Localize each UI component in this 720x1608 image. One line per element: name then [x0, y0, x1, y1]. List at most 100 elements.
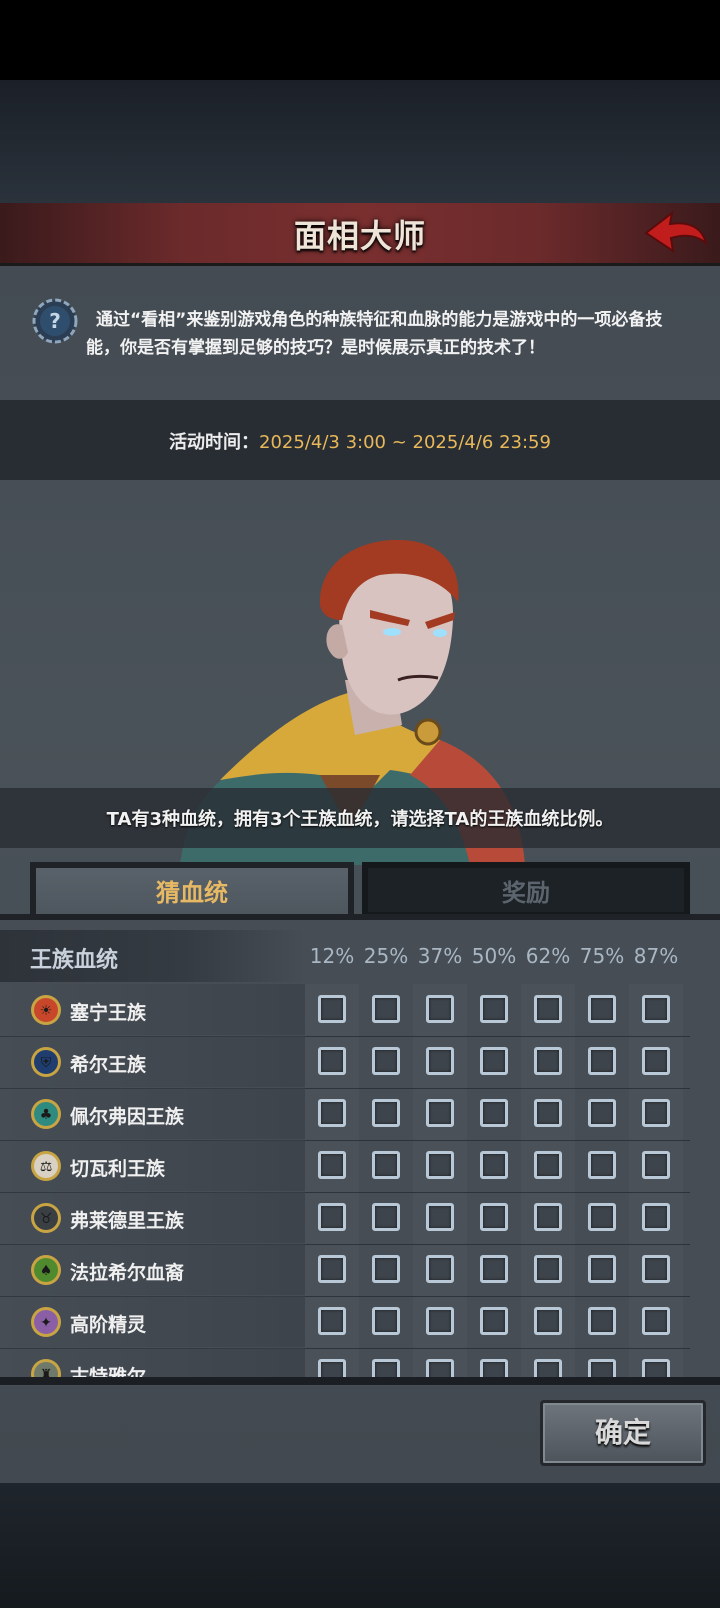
percent-checkbox[interactable] — [642, 995, 670, 1023]
percent-checkbox[interactable] — [534, 1151, 562, 1179]
percent-checkbox[interactable] — [318, 1307, 346, 1335]
percent-checkbox[interactable] — [534, 1255, 562, 1283]
percent-checkbox[interactable] — [318, 1151, 346, 1179]
event-time-bar: 活动时间：2025/4/3 3:00 ~ 2025/4/6 23:59 — [0, 400, 720, 480]
help-icon[interactable]: ? — [32, 298, 78, 344]
name-column-header: 王族血统 — [0, 930, 305, 982]
percent-checkbox[interactable] — [534, 1359, 562, 1377]
helmet-emblem-icon: ⛨ — [31, 1047, 61, 1077]
percent-checkbox[interactable] — [588, 1255, 616, 1283]
percent-checkbox[interactable] — [480, 1359, 508, 1377]
percent-checkbox[interactable] — [642, 1307, 670, 1335]
percent-checkbox[interactable] — [642, 1359, 670, 1377]
percent-checkbox[interactable] — [318, 1047, 346, 1075]
percent-header: 50% — [471, 944, 517, 968]
table-row: ✦ 高阶精灵 — [0, 1296, 690, 1349]
intro-text: 通过“看相”来鉴别游戏角色的种族特征和血脉的能力是游戏中的一项必备技能，你是否有… — [86, 310, 663, 358]
house-name: 高阶精灵 — [70, 1314, 147, 1336]
percent-checkbox[interactable] — [534, 1099, 562, 1127]
svg-text:⛨: ⛨ — [41, 1055, 52, 1071]
percent-checkbox[interactable] — [372, 1099, 400, 1127]
percent-checkbox[interactable] — [426, 1203, 454, 1231]
percent-checkbox[interactable] — [318, 1099, 346, 1127]
percent-header: 25% — [363, 944, 409, 968]
percent-checkbox[interactable] — [318, 1255, 346, 1283]
percent-checkbox[interactable] — [318, 995, 346, 1023]
percent-checkbox[interactable] — [588, 1151, 616, 1179]
tab-guess-bloodline[interactable]: 猜血统 — [30, 862, 354, 918]
table-row: ♠ 法拉希尔血裔 — [0, 1244, 690, 1297]
elf-emblem-icon: ✦ — [31, 1307, 61, 1337]
percent-checkbox[interactable] — [588, 1047, 616, 1075]
table-header: 王族血统 12% 25% 37% 50% 62% 75% 87% — [0, 930, 720, 982]
percent-header: 12% — [309, 944, 355, 968]
percent-checkbox[interactable] — [372, 1307, 400, 1335]
svg-text:♉: ♉ — [40, 1211, 53, 1227]
percent-checkbox[interactable] — [426, 1359, 454, 1377]
percent-checkbox[interactable] — [426, 995, 454, 1023]
percent-checkbox[interactable] — [372, 1203, 400, 1231]
percent-checkbox[interactable] — [642, 1203, 670, 1231]
oak-emblem-icon: ♠ — [31, 1255, 61, 1285]
svg-text:✦: ✦ — [40, 1315, 52, 1331]
percent-checkbox[interactable] — [372, 1047, 400, 1075]
percent-checkbox[interactable] — [588, 1203, 616, 1231]
percent-checkbox[interactable] — [480, 1255, 508, 1283]
percent-header: 37% — [417, 944, 463, 968]
percent-checkbox[interactable] — [372, 1359, 400, 1377]
bottom-backdrop — [0, 1483, 720, 1608]
house-name: 法拉希尔血裔 — [70, 1262, 185, 1284]
house-name: 佩尔弗因王族 — [70, 1106, 185, 1128]
percent-checkbox[interactable] — [534, 1203, 562, 1231]
title-bar: 面相大师 — [0, 203, 720, 266]
table-row: ☀ 塞宁王族 — [0, 984, 690, 1037]
percent-checkbox[interactable] — [426, 1307, 454, 1335]
page-title: 面相大师 — [293, 217, 426, 255]
percent-checkbox[interactable] — [426, 1151, 454, 1179]
question-text: TA有3种血统，拥有3个王族血统，请选择TA的王族血统比例。 — [106, 809, 614, 830]
percent-checkbox[interactable] — [642, 1099, 670, 1127]
percent-checkbox[interactable] — [480, 1151, 508, 1179]
table-row: ♉ 弗莱德里王族 — [0, 1192, 690, 1245]
tree-emblem-icon: ♣ — [31, 1099, 61, 1129]
table-row: ♜ 古特雅尔 — [0, 1348, 690, 1377]
percent-checkbox[interactable] — [426, 1099, 454, 1127]
scales-emblem-icon: ⚖ — [31, 1151, 61, 1181]
table-row: ⚖ 切瓦利王族 — [0, 1140, 690, 1193]
percent-checkbox[interactable] — [480, 1099, 508, 1127]
back-button[interactable] — [644, 207, 708, 257]
percent-checkbox[interactable] — [318, 1359, 346, 1377]
percent-checkbox[interactable] — [642, 1255, 670, 1283]
percent-checkbox[interactable] — [642, 1047, 670, 1075]
percent-checkbox[interactable] — [372, 1151, 400, 1179]
percent-checkbox[interactable] — [372, 995, 400, 1023]
percent-header: 75% — [579, 944, 625, 968]
status-bar-area — [0, 0, 720, 80]
percent-checkbox[interactable] — [642, 1151, 670, 1179]
percent-checkbox[interactable] — [426, 1255, 454, 1283]
percent-checkbox[interactable] — [588, 1307, 616, 1335]
percent-checkbox[interactable] — [534, 995, 562, 1023]
percent-checkbox[interactable] — [480, 1307, 508, 1335]
percent-checkbox[interactable] — [588, 1359, 616, 1377]
table-bottom-edge — [0, 1377, 720, 1385]
percent-checkbox[interactable] — [318, 1203, 346, 1231]
confirm-button[interactable]: 确定 — [540, 1400, 706, 1466]
table-rows: ☀ 塞宁王族 ⛨ 希尔王族 ♣ 佩尔弗因王族 ⚖ 切瓦利王族 ♉ 弗莱德里王族 ♠ 法拉希尔血裔 ✦ 高阶… — [0, 984, 720, 1377]
svg-text:?: ? — [49, 309, 61, 333]
percent-checkbox[interactable] — [480, 1203, 508, 1231]
svg-text:♠: ♠ — [40, 1263, 53, 1279]
percent-checkbox[interactable] — [534, 1047, 562, 1075]
percent-checkbox[interactable] — [534, 1307, 562, 1335]
percent-checkbox[interactable] — [426, 1047, 454, 1075]
percent-checkbox[interactable] — [372, 1255, 400, 1283]
percent-checkbox[interactable] — [480, 1047, 508, 1075]
tab-rewards[interactable]: 奖励 — [362, 862, 690, 918]
percent-checkbox[interactable] — [588, 1099, 616, 1127]
bull-emblem-icon: ♉ — [31, 1203, 61, 1233]
percent-checkbox[interactable] — [588, 995, 616, 1023]
percent-checkbox[interactable] — [480, 995, 508, 1023]
event-time-value: 2025/4/3 3:00 ~ 2025/4/6 23:59 — [259, 432, 551, 453]
svg-text:♜: ♜ — [40, 1367, 53, 1377]
percent-header: 62% — [525, 944, 571, 968]
